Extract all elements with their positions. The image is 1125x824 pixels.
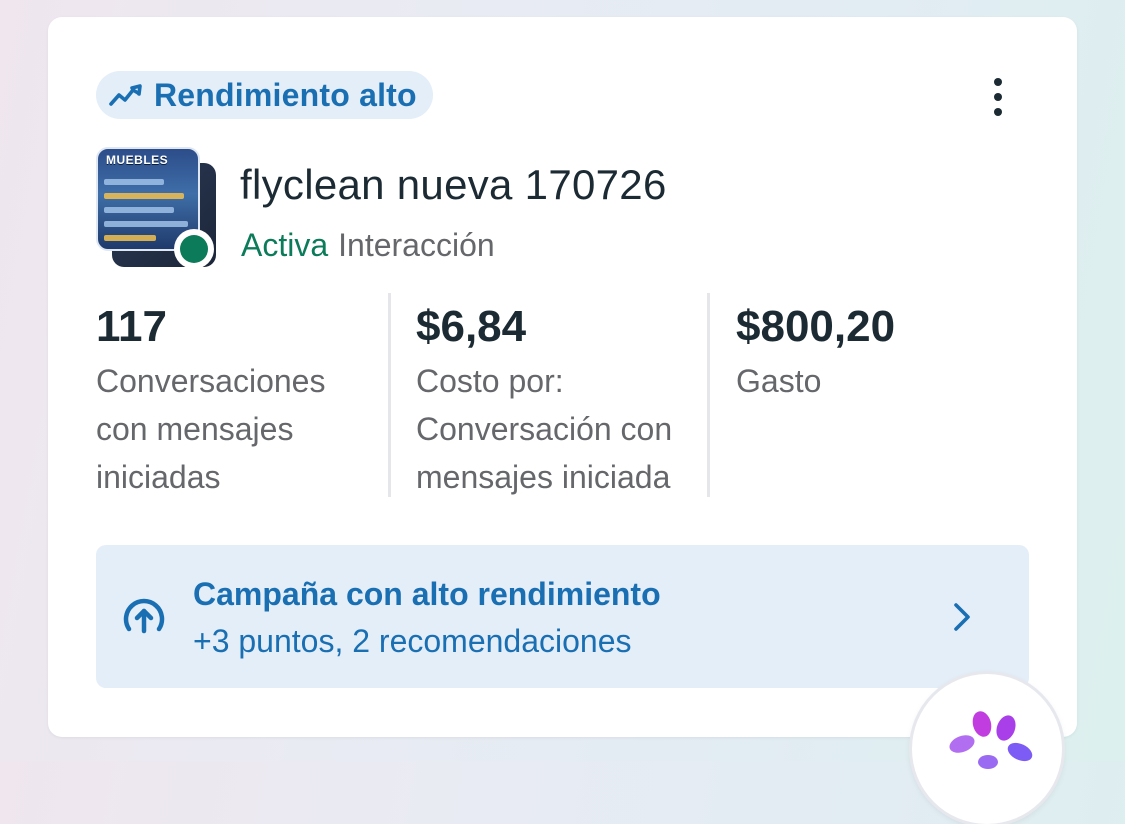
performance-badge-label: Rendimiento alto (154, 76, 417, 113)
metric-divider (388, 293, 391, 497)
recommendation-subtitle: +3 puntos, 2 recomendaciones (193, 623, 632, 659)
metric-value: $800,20 (736, 302, 896, 351)
arrow-up-circle-icon (123, 598, 165, 634)
campaign-card[interactable]: Rendimiento alto MUEBLES flyclean nueva … (48, 17, 1077, 737)
campaign-objective: Interacción (338, 227, 495, 263)
metric-label: Gasto (736, 363, 822, 399)
metric-value: $6,84 (416, 302, 527, 351)
recommendation-title: Campaña con alto rendimiento (193, 576, 661, 612)
campaign-name[interactable]: flyclean nueva 170726 (240, 161, 667, 209)
more-vertical-icon (994, 78, 1002, 86)
campaign-thumbnail: MUEBLES (96, 147, 220, 271)
trending-up-icon (108, 81, 144, 109)
metrics-row: 117 Conversaciones con mensajes iniciada… (96, 293, 1056, 497)
metric-value: 117 (96, 302, 167, 351)
chevron-right-icon (954, 603, 970, 631)
meta-ai-icon (949, 711, 1033, 769)
campaign-status-row: Activa Interacción (241, 227, 495, 264)
metric-label: Costo por: Conversación con mensajes ini… (416, 363, 673, 495)
metric-divider (707, 293, 710, 497)
more-options-button[interactable] (978, 75, 1018, 119)
metric-spend: $800,20 Gasto (736, 293, 1056, 497)
metric-label: Conversaciones con mensajes iniciadas (96, 363, 326, 495)
recommendation-banner[interactable]: Campaña con alto rendimiento +3 puntos, … (96, 545, 1029, 688)
performance-badge: Rendimiento alto (96, 71, 433, 119)
meta-ai-button[interactable] (912, 674, 1062, 824)
campaign-status: Activa (241, 227, 329, 263)
active-status-dot (180, 235, 208, 263)
metric-results: 117 Conversaciones con mensajes iniciada… (96, 293, 416, 497)
metric-cost-per-result: $6,84 Costo por: Conversación con mensaj… (416, 293, 736, 497)
